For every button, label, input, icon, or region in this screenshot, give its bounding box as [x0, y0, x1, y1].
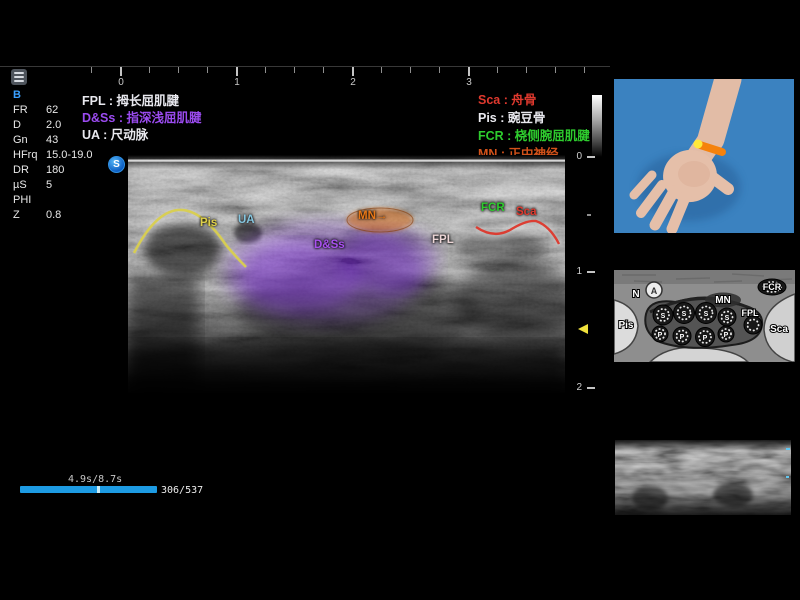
us-label-pisiform: Pis — [200, 217, 217, 229]
cine-frame-counter: 306/537 — [161, 485, 203, 496]
depth-major-tick — [587, 156, 595, 158]
depth-minor-tick — [587, 214, 591, 216]
legend-item: Pis : 豌豆骨 — [478, 109, 590, 127]
us-label-flexor-digitorum: D&Ss — [314, 239, 345, 251]
cine-progress-bar[interactable] — [20, 486, 157, 493]
tendon-letter-p: P — [724, 332, 729, 339]
param-row: HFrq15.0-19.0 — [13, 148, 123, 163]
tendon-letter-p: P — [658, 332, 663, 339]
param-row: Z0.8 — [13, 208, 123, 223]
ultrasound-app-window: { "sidebar": { "mode": "B", "params": [ … — [0, 0, 800, 600]
us-label-fcr: FCR — [481, 202, 505, 214]
legend-item: FPL : 拇长屈肌腱 — [82, 93, 201, 110]
diagram-label-ulnar-nerve: N — [632, 289, 639, 300]
ruler-minor-ticks — [91, 67, 585, 73]
tendon-letter-s: S — [682, 311, 687, 318]
grayscale-bar — [592, 95, 602, 157]
diagram-label-ulnar-artery: A — [651, 286, 658, 296]
tendon-letter-s: S — [661, 313, 666, 320]
menu-hamburger-icon[interactable] — [11, 69, 27, 85]
legend-item: D&Ss : 指深浅屈肌腱 — [82, 110, 201, 127]
ruler-label: 3 — [466, 77, 472, 88]
tendon-letter-s: S — [704, 311, 709, 318]
depth-label: 1 — [570, 266, 582, 277]
probe-orientation-dot — [694, 140, 703, 149]
ruler-major-tick — [352, 67, 354, 76]
legend-item: FCR : 桡侧腕屈肌腱 — [478, 127, 590, 145]
probe-orientation-logo: S — [108, 156, 125, 173]
depth-major-tick — [587, 271, 595, 273]
mn-arrow-icon: → — [376, 210, 388, 222]
ultrasound-render — [128, 155, 565, 395]
reference-ultrasound-thumbnail[interactable] — [615, 440, 791, 515]
thumb-scale-mark — [786, 448, 790, 450]
us-label-ulnar-artery: UA — [238, 214, 255, 226]
depth-label: 0 — [570, 151, 582, 162]
legend-item: Sca : 舟骨 — [478, 91, 590, 109]
legend-left: FPL : 拇长屈肌腱 D&Ss : 指深浅屈肌腱 UA : 尺动脉 — [82, 93, 201, 144]
diagram-label-scaphoid: Sca — [770, 324, 788, 335]
focus-marker-icon[interactable] — [578, 324, 588, 334]
depth-label: 2 — [570, 382, 582, 393]
anatomy-diagram-thumbnail[interactable]: N A MN FCR FPL Pis Sca S S S S P P P P — [614, 270, 795, 362]
probe-position-photo[interactable] — [614, 79, 794, 233]
diagram-label-fpl: FPL — [742, 308, 760, 318]
us-label-fpl: FPL — [432, 234, 454, 246]
diagram-label-pisiform: Pis — [618, 320, 633, 331]
tendon-letter-p: P — [680, 334, 685, 341]
main-ultrasound-image[interactable]: Pis UA MN→ D&Ss FPL FCR Sca — [128, 155, 565, 395]
tendon-letter-s: S — [725, 315, 730, 322]
diagram-label-median-nerve: MN — [715, 295, 731, 306]
ruler-major-tick — [120, 67, 122, 76]
diagram-label-fcr: FCR — [763, 282, 782, 292]
depth-major-tick — [587, 387, 595, 389]
cine-time-display: 4.9s/8.7s — [68, 474, 122, 485]
param-row: PHI — [13, 193, 123, 208]
ruler-label: 2 — [350, 77, 356, 88]
thumb-scale-mark — [786, 476, 789, 478]
ruler-major-tick — [468, 67, 470, 76]
legend-item: UA : 尺动脉 — [82, 127, 201, 144]
param-row: µS5 — [13, 178, 123, 193]
tendon-letter-p: P — [703, 335, 708, 342]
ruler-major-tick — [236, 67, 238, 76]
ruler-label: 0 — [118, 77, 124, 88]
us-label-scaphoid: Sca — [516, 206, 536, 218]
horizontal-scale-ruler: 0 1 2 3 — [91, 67, 591, 89]
us-label-median-nerve: MN→ — [358, 210, 387, 222]
ruler-label: 1 — [234, 77, 240, 88]
cine-position-marker[interactable] — [97, 486, 100, 493]
param-row: DR180 — [13, 163, 123, 178]
